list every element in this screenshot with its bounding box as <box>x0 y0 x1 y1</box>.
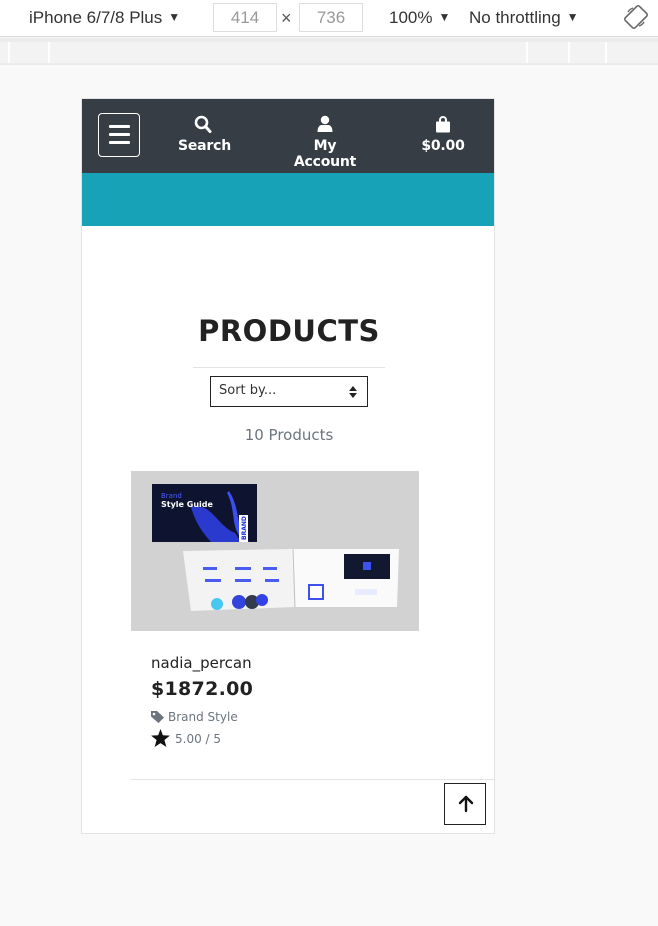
arrow-up-icon <box>458 795 474 813</box>
ruler-bar <box>0 42 658 63</box>
devtools-toolbar: iPhone 6/7/8 Plus ▼ 414 × 736 100% ▼ No th… <box>0 0 658 37</box>
cover-side-text: BRAND <box>241 516 248 540</box>
chevron-down-icon: ▼ <box>168 10 181 24</box>
ruler-divider[interactable] <box>8 42 10 63</box>
brochure-wordmark <box>355 589 377 595</box>
product-category: Brand Style <box>168 710 238 724</box>
top-navbar: Search My Account $0.00 <box>82 99 494 173</box>
width-input[interactable]: 414 <box>213 3 277 32</box>
rotate-icon[interactable] <box>624 5 648 29</box>
sort-select-label: Sort by... <box>219 383 277 398</box>
swatch <box>256 594 268 606</box>
brochure-label <box>265 579 279 582</box>
ruler-divider[interactable] <box>568 42 570 63</box>
ruler-divider[interactable] <box>48 42 50 63</box>
ruler-divider[interactable] <box>605 42 607 63</box>
product-name[interactable]: nadia_percan <box>151 654 252 672</box>
ruler-divider[interactable] <box>526 42 528 63</box>
brochure-logo-large <box>308 584 324 600</box>
brochure-label <box>203 567 217 570</box>
product-rating: 5.00 / 5 <box>151 729 222 747</box>
hero-banner <box>82 173 494 226</box>
throttling-label: No throttling <box>469 8 561 27</box>
device-viewport: Search My Account $0.00 PRODUCTS Sort by… <box>81 98 495 834</box>
nav-cart[interactable]: $0.00 <box>420 115 466 154</box>
brochure-label <box>205 579 221 582</box>
height-input[interactable]: 736 <box>299 3 363 32</box>
product-category-link[interactable]: Brand Style <box>151 710 238 724</box>
star-icon <box>151 729 170 747</box>
swatch <box>211 598 223 610</box>
product-rating-value: 5.00 / 5 <box>175 732 222 746</box>
chevron-down-icon: ▼ <box>566 10 579 24</box>
brochure-label <box>263 567 277 570</box>
zoom-select[interactable]: 100% ▼ <box>389 8 450 28</box>
device-select[interactable]: iPhone 6/7/8 Plus ▼ <box>29 8 180 28</box>
device-label: iPhone 6/7/8 Plus <box>29 8 163 27</box>
nav-search[interactable]: Search <box>178 115 231 154</box>
cover-title-1: Brand <box>161 492 182 500</box>
card-divider <box>131 779 494 780</box>
search-icon <box>194 115 212 133</box>
throttling-select[interactable]: No throttling ▼ <box>469 8 579 28</box>
menu-line <box>109 141 130 144</box>
nav-search-label: Search <box>178 138 231 154</box>
product-count: 10 Products <box>244 426 334 444</box>
back-to-top-button[interactable] <box>444 783 486 825</box>
user-icon <box>317 115 333 132</box>
nav-my-account-label: My Account <box>293 138 357 170</box>
tag-icon <box>151 711 164 723</box>
media-query-ruler <box>0 38 658 65</box>
product-image[interactable]: Brand Style Guide BRAND <box>131 471 419 631</box>
hamburger-menu-button[interactable] <box>98 113 140 157</box>
nav-cart-total: $0.00 <box>421 138 465 154</box>
shopping-bag-icon <box>436 116 450 133</box>
swatch <box>232 595 246 609</box>
menu-line <box>109 133 130 136</box>
brochure-label <box>235 579 251 582</box>
page-title: PRODUCTS <box>198 314 380 348</box>
sort-arrows-icon <box>349 386 357 398</box>
nav-my-account[interactable]: My Account <box>282 115 368 170</box>
sort-select[interactable]: Sort by... <box>210 376 368 407</box>
product-price: $1872.00 <box>151 678 254 700</box>
zoom-label: 100% <box>389 8 433 27</box>
cover-title-2: Style Guide <box>161 500 213 509</box>
title-divider <box>193 367 385 368</box>
chevron-down-icon: ▼ <box>438 10 451 24</box>
times-icon: × <box>281 8 292 28</box>
brand-mockup-image: Brand Style Guide BRAND <box>131 471 419 631</box>
brochure-label <box>235 567 251 570</box>
menu-line <box>109 125 130 128</box>
brochure-logo <box>363 562 371 570</box>
